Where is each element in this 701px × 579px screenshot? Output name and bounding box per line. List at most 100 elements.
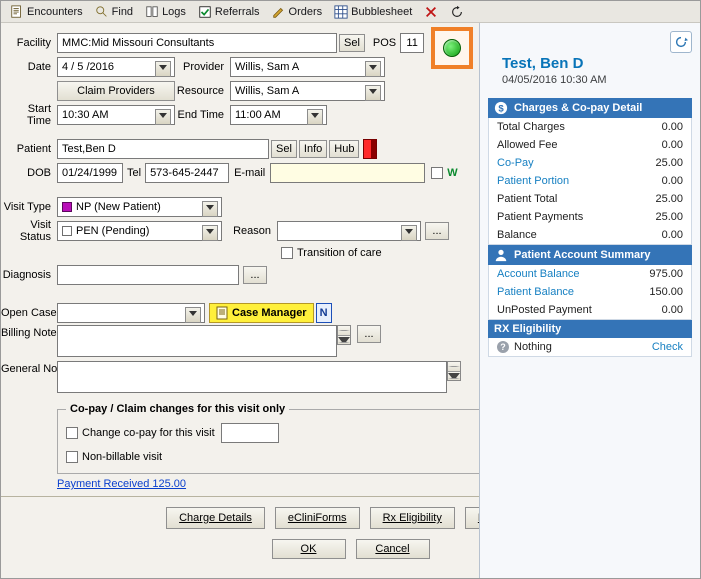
web-indicator[interactable]: W <box>447 167 457 179</box>
visit-status-select[interactable]: PEN (Pending) <box>57 221 222 241</box>
summary-value: 975.00 <box>649 268 683 280</box>
refresh-icon <box>674 35 688 49</box>
refresh-button[interactable] <box>445 3 469 21</box>
case-manager-button[interactable]: Case Manager <box>209 303 314 323</box>
rx-section-header: RX Eligibility <box>488 320 692 338</box>
start-time-value: 10:30 AM <box>62 109 108 121</box>
rx-check-link[interactable]: Check <box>652 341 683 353</box>
encounters-button[interactable]: Encounters <box>5 3 88 21</box>
visit-status-marker-icon <box>62 226 72 236</box>
email-checkbox[interactable] <box>431 167 443 179</box>
non-billable-checkbox[interactable]: Non-billable visit <box>66 451 162 463</box>
diagnosis-more-button[interactable]: ... <box>243 266 267 284</box>
visit-type-label: Visit Type <box>1 201 57 213</box>
book-icon <box>145 5 159 19</box>
transition-checkbox[interactable]: Transition of care <box>281 247 382 259</box>
charges-section-header: $ Charges & Co-pay Detail <box>488 98 692 118</box>
email-field[interactable] <box>270 163 425 183</box>
find-button[interactable]: Find <box>90 3 138 21</box>
logs-button[interactable]: Logs <box>140 3 191 21</box>
summary-key[interactable]: Account Balance <box>497 268 580 280</box>
provider-select[interactable]: Willis, Sam A <box>230 57 385 77</box>
ecliniforms-button[interactable]: eCliniForms <box>275 507 360 529</box>
general-notes-scrollbar[interactable] <box>447 361 461 381</box>
account-section-header: Patient Account Summary <box>488 245 692 265</box>
facility-sel-button[interactable]: Sel <box>339 34 365 52</box>
orders-button[interactable]: Orders <box>267 3 328 21</box>
online-status-icon[interactable] <box>443 39 461 57</box>
billing-notes-more-button[interactable]: ... <box>357 325 381 343</box>
resource-select[interactable]: Willis, Sam A <box>230 81 385 101</box>
document-icon <box>216 306 228 320</box>
tel-field[interactable] <box>145 163 229 183</box>
referrals-button[interactable]: Referrals <box>193 3 265 21</box>
end-time-label: End Time <box>175 109 230 121</box>
summary-row: Patient Total25.00 <box>489 190 691 208</box>
ok-button[interactable]: OK <box>272 539 346 559</box>
cancel-button[interactable]: Cancel <box>356 539 430 559</box>
summary-key[interactable]: Patient Balance <box>497 286 574 298</box>
pos-field[interactable] <box>400 33 424 53</box>
facility-field[interactable] <box>57 33 337 53</box>
patient-hub-button[interactable]: Hub <box>329 140 359 158</box>
dollar-icon: $ <box>494 101 508 115</box>
charge-details-button[interactable]: Charge Details <box>166 507 265 529</box>
summary-key[interactable]: Co-Pay <box>497 157 534 169</box>
rx-eligibility-button[interactable]: Rx Eligibility <box>370 507 455 529</box>
bubblesheet-button[interactable]: Bubblesheet <box>329 3 417 21</box>
charges-section-title: Charges & Co-pay Detail <box>514 102 642 114</box>
change-copay-checkbox[interactable]: Change co-pay for this visit <box>66 427 215 439</box>
summary-row: Balance0.00 <box>489 226 691 244</box>
payment-received-link[interactable]: Payment Received 125.00 <box>57 478 186 490</box>
summary-value: 25.00 <box>655 193 683 205</box>
start-time-select[interactable]: 10:30 AM <box>57 105 175 125</box>
case-n-button[interactable]: N <box>316 303 332 323</box>
billing-notes-label: Billing Notes <box>1 325 57 339</box>
patient-field[interactable] <box>57 139 269 159</box>
visit-status-value: PEN (Pending) <box>76 225 149 237</box>
panel-refresh-button[interactable] <box>670 31 692 53</box>
svg-text:?: ? <box>500 342 506 352</box>
logs-label: Logs <box>162 6 186 18</box>
summary-value: 150.00 <box>649 286 683 298</box>
reason-label: Reason <box>222 225 277 237</box>
open-cases-label: Open Cases <box>1 307 57 319</box>
patient-sel-button[interactable]: Sel <box>271 140 297 158</box>
diagnosis-field[interactable] <box>57 265 239 285</box>
visit-type-select[interactable]: NP (New Patient) <box>57 197 222 217</box>
summary-key: Total Charges <box>497 121 565 133</box>
diagnosis-label: Diagnosis <box>1 269 57 281</box>
billing-notes-field[interactable] <box>57 325 337 357</box>
delete-button[interactable] <box>419 3 443 21</box>
facility-label: Facility <box>1 37 57 49</box>
resource-value: Willis, Sam A <box>235 85 299 97</box>
reason-more-button[interactable]: ... <box>425 222 449 240</box>
summary-key: UnPosted Payment <box>497 304 592 316</box>
patient-label: Patient <box>1 143 57 155</box>
summary-row: Total Charges0.00 <box>489 118 691 136</box>
side-panel: Test, Ben D 04/05/2016 10:30 AM $ Charge… <box>479 23 700 578</box>
date-picker[interactable]: 4 / 5 /2016 <box>57 57 175 77</box>
summary-value: 0.00 <box>662 139 683 151</box>
patient-info-button[interactable]: Info <box>299 140 327 158</box>
dob-field[interactable] <box>57 163 123 183</box>
search-icon <box>95 5 109 19</box>
summary-key: Patient Payments <box>497 211 583 223</box>
change-copay-amount-field[interactable] <box>221 423 279 443</box>
question-icon: ? <box>497 341 509 353</box>
summary-key[interactable]: Patient Portion <box>497 175 569 187</box>
general-notes-field[interactable] <box>57 361 447 393</box>
claim-providers-button[interactable]: Claim Providers <box>57 81 175 101</box>
alert-flag-icon[interactable] <box>363 139 377 159</box>
summary-value: 0.00 <box>662 175 683 187</box>
case-manager-label: Case Manager <box>232 307 307 319</box>
end-time-select[interactable]: 11:00 AM <box>230 105 327 125</box>
find-label: Find <box>112 6 133 18</box>
person-icon <box>494 248 508 262</box>
rx-section-title: RX Eligibility <box>494 323 561 335</box>
email-label: E-mail <box>229 167 270 179</box>
date-value: 4 / 5 /2016 <box>62 61 114 73</box>
reason-select[interactable] <box>277 221 421 241</box>
open-cases-select[interactable] <box>57 303 205 323</box>
billing-notes-scrollbar[interactable] <box>337 325 351 345</box>
